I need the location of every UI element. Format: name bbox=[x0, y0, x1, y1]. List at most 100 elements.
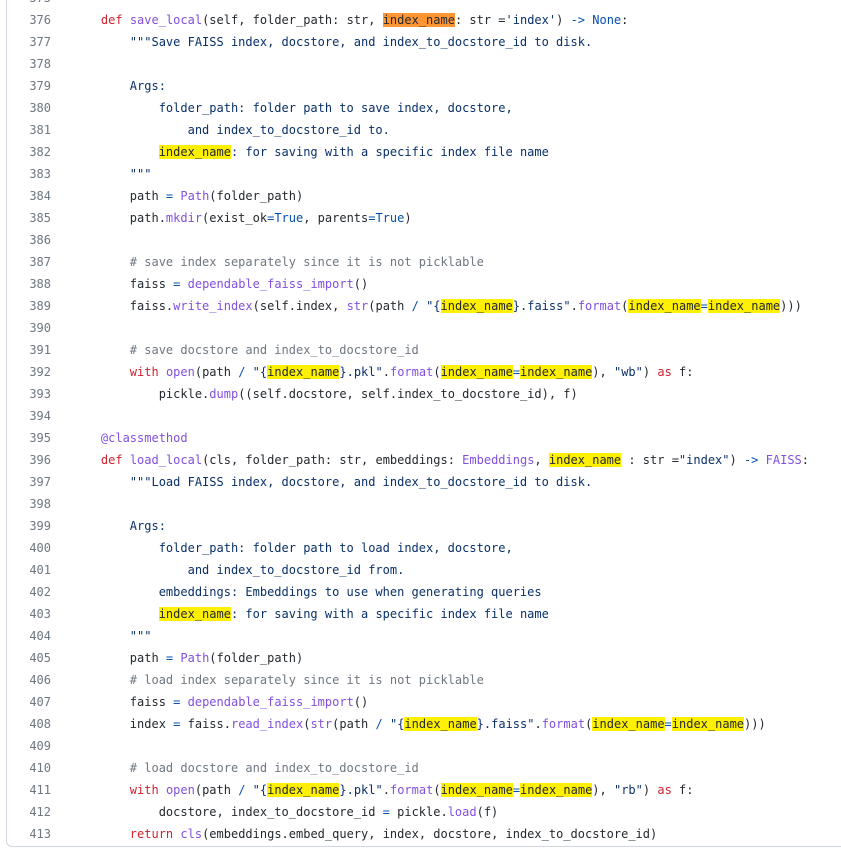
code-token: -> bbox=[743, 453, 759, 467]
code-text: with open(path / "{index_name}.pkl".form… bbox=[72, 779, 693, 801]
search-match: index_name bbox=[520, 783, 593, 797]
line-number[interactable]: 389 bbox=[7, 295, 51, 317]
code-token: load_local bbox=[129, 453, 203, 467]
code-text: Args: bbox=[72, 515, 166, 537]
code-token: pickle. bbox=[72, 387, 210, 401]
line-number[interactable]: 405 bbox=[7, 647, 51, 669]
search-match: index_name bbox=[707, 299, 781, 313]
line-number[interactable]: 397 bbox=[7, 471, 51, 493]
line-number[interactable]: 382 bbox=[7, 141, 51, 163]
line-number[interactable]: 391 bbox=[7, 339, 51, 361]
code-token: ) bbox=[642, 783, 658, 797]
code-line: 391 # save docstore and index_to_docstor… bbox=[7, 339, 841, 361]
code-line: 392 with open(path / "{index_name}.pkl".… bbox=[7, 361, 841, 383]
code-token: """Load FAISS index, docstore, and index… bbox=[129, 475, 593, 489]
code-token: : bbox=[621, 13, 629, 27]
code-token: . bbox=[382, 783, 390, 797]
code-token: True bbox=[274, 211, 304, 225]
search-match: index_name bbox=[440, 783, 513, 797]
code-token: def bbox=[100, 453, 123, 467]
code-line: 393 pickle.dump((self.docstore, self.ind… bbox=[7, 383, 841, 405]
line-number[interactable]: 396 bbox=[7, 449, 51, 471]
code-token: faiss. bbox=[180, 717, 231, 731]
line-number[interactable]: 413 bbox=[7, 823, 51, 845]
line-number[interactable]: 400 bbox=[7, 537, 51, 559]
line-number[interactable]: 384 bbox=[7, 185, 51, 207]
code-token: open bbox=[165, 783, 195, 797]
code-token: Args: bbox=[72, 519, 166, 533]
line-number[interactable]: 377 bbox=[7, 31, 51, 53]
code-token: # save index separately since it is not … bbox=[129, 255, 484, 269]
code-token: Args: bbox=[72, 79, 166, 93]
code-text: path.mkdir(exist_ok=True, parents=True) bbox=[72, 207, 412, 229]
code-token: (self.index, bbox=[252, 299, 347, 313]
line-number[interactable]: 402 bbox=[7, 581, 51, 603]
line-number[interactable]: 376 bbox=[7, 9, 51, 31]
code-text: # save index separately since it is not … bbox=[72, 251, 484, 273]
line-number[interactable]: 390 bbox=[7, 317, 51, 339]
search-match: index_name bbox=[440, 365, 513, 379]
code-line: 395 @classmethod bbox=[7, 427, 841, 449]
code-token: format bbox=[389, 783, 434, 797]
code-token: format bbox=[389, 365, 434, 379]
code-token: : str = bbox=[454, 13, 506, 27]
code-token: path bbox=[72, 651, 166, 665]
line-number[interactable]: 395 bbox=[7, 427, 51, 449]
line-number[interactable]: 407 bbox=[7, 691, 51, 713]
line-number[interactable]: 394 bbox=[7, 405, 51, 427]
code-view: 375376 def save_local(self, folder_path:… bbox=[6, 0, 841, 847]
code-token: "index" bbox=[678, 453, 730, 467]
code-token: ) bbox=[729, 453, 744, 467]
search-match: index_name bbox=[628, 299, 701, 313]
line-number[interactable]: 383 bbox=[7, 163, 51, 185]
code-token: ( bbox=[433, 365, 441, 379]
code-token: "{ bbox=[426, 299, 441, 313]
line-number[interactable]: 388 bbox=[7, 273, 51, 295]
search-match: index_name bbox=[440, 299, 513, 313]
code-token: () bbox=[353, 695, 369, 709]
line-number[interactable]: 410 bbox=[7, 757, 51, 779]
line-number[interactable]: 385 bbox=[7, 207, 51, 229]
code-token: ) bbox=[556, 13, 571, 27]
code-line: 406 # load index separately since it is … bbox=[7, 669, 841, 691]
code-token: faiss. bbox=[72, 299, 174, 313]
line-number[interactable]: 381 bbox=[7, 119, 51, 141]
code-token: # save docstore and index_to_docstore_id bbox=[129, 343, 419, 357]
code-text: return cls(embeddings.embed_query, index… bbox=[72, 823, 657, 845]
line-number[interactable]: 409 bbox=[7, 735, 51, 757]
line-number[interactable]: 411 bbox=[7, 779, 51, 801]
code-token: Path bbox=[180, 651, 210, 665]
line-number[interactable]: 406 bbox=[7, 669, 51, 691]
line-number[interactable]: 398 bbox=[7, 493, 51, 515]
code-token: pickle. bbox=[389, 805, 448, 819]
line-number[interactable]: 412 bbox=[7, 801, 51, 823]
line-number[interactable]: 399 bbox=[7, 515, 51, 537]
line-number[interactable]: 387 bbox=[7, 251, 51, 273]
line-number[interactable]: 375 bbox=[7, 0, 51, 9]
code-token: ( bbox=[433, 783, 441, 797]
code-token: , parents bbox=[303, 211, 369, 225]
code-line: 404 """ bbox=[7, 625, 841, 647]
line-number[interactable]: 401 bbox=[7, 559, 51, 581]
line-number[interactable]: 408 bbox=[7, 713, 51, 735]
line-number[interactable]: 393 bbox=[7, 383, 51, 405]
code-text: faiss = dependable_faiss_import() bbox=[72, 691, 368, 713]
code-token: (folder_path) bbox=[209, 651, 304, 665]
code-line: 385 path.mkdir(exist_ok=True, parents=Tr… bbox=[7, 207, 841, 229]
code-text: and index_to_docstore_id from. bbox=[72, 559, 405, 581]
code-token: dependable_faiss_import bbox=[187, 277, 354, 291]
code-token: dependable_faiss_import bbox=[187, 695, 354, 709]
line-number[interactable]: 392 bbox=[7, 361, 51, 383]
line-number[interactable]: 404 bbox=[7, 625, 51, 647]
line-number[interactable]: 386 bbox=[7, 229, 51, 251]
code-token: = bbox=[700, 299, 708, 313]
code-token: = bbox=[512, 365, 521, 379]
line-number[interactable]: 378 bbox=[7, 53, 51, 75]
line-number[interactable]: 403 bbox=[7, 603, 51, 625]
line-number[interactable]: 379 bbox=[7, 75, 51, 97]
line-number[interactable]: 380 bbox=[7, 97, 51, 119]
